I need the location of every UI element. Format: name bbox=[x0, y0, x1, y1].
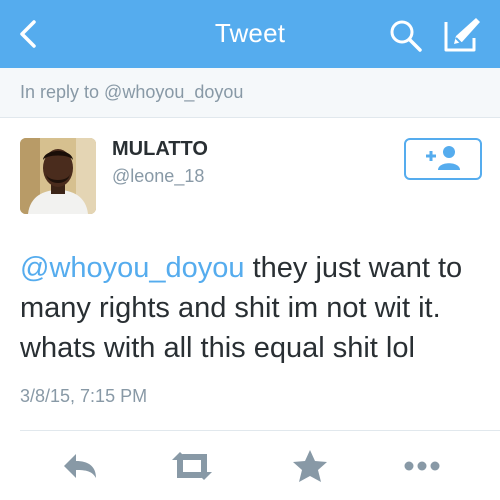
avatar[interactable] bbox=[20, 138, 96, 214]
retweet-icon[interactable] bbox=[170, 448, 214, 484]
tweet-mention-link[interactable]: @whoyou_doyou bbox=[20, 252, 245, 284]
tweet-actions-bar bbox=[0, 440, 500, 492]
author-name[interactable]: MULATTO bbox=[112, 138, 208, 161]
search-icon[interactable] bbox=[388, 18, 424, 54]
favorite-icon[interactable] bbox=[290, 448, 330, 484]
page-title: Tweet bbox=[214, 18, 286, 48]
more-icon[interactable] bbox=[402, 448, 442, 484]
reply-context-bar: In reply to @whoyou_doyou bbox=[0, 68, 500, 118]
top-navbar: Tweet bbox=[0, 0, 500, 68]
tweet-text: @whoyou_doyou they just want to many rig… bbox=[20, 248, 490, 368]
avatar-image bbox=[20, 138, 96, 214]
reply-context-text[interactable]: In reply to @whoyou_doyou bbox=[20, 82, 243, 103]
author-handle[interactable]: @leone_18 bbox=[112, 166, 204, 187]
tweet-timestamp: 3/8/15, 7:15 PM bbox=[20, 386, 148, 406]
divider bbox=[20, 430, 500, 431]
reply-icon[interactable] bbox=[60, 448, 100, 484]
add-user-icon bbox=[426, 146, 460, 170]
follow-button[interactable] bbox=[404, 138, 482, 180]
compose-icon[interactable] bbox=[442, 16, 482, 54]
